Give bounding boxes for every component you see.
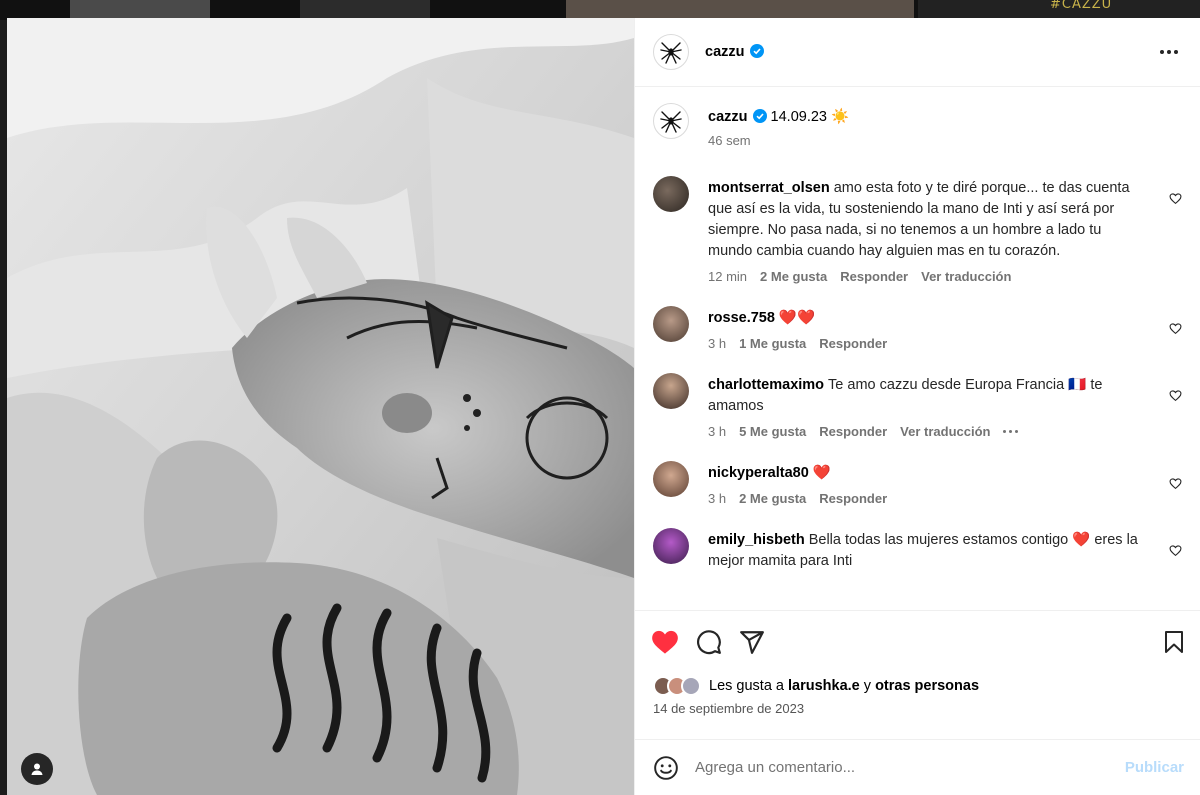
reply-button[interactable]: Responder [819,424,887,439]
commenter-avatar[interactable] [653,306,689,342]
post-caption: cazzu 14.09.23 ☀️ 46 sem [653,103,1184,148]
author-username-text[interactable]: cazzu [705,44,745,60]
comment-likes[interactable]: 1 Me gusta [739,336,806,351]
comment-time[interactable]: 12 min [708,269,747,284]
reply-button[interactable]: Responder [819,491,887,506]
background-profile-grid: #CAZZU [0,0,1200,20]
comment-item: montserrat_olsen amo esta foto y te diré … [653,176,1184,284]
post-photo[interactable] [7,18,634,795]
likes-summary: Les gusta a larushka.e y otras personas [635,672,1200,700]
comment-likes[interactable]: 5 Me gusta [739,424,806,439]
comment-likes[interactable]: 2 Me gusta [760,269,827,284]
liker-avatar [681,676,701,696]
comment-item: nickyperalta80 ❤️ 3 h 2 Me gusta Responde… [653,461,1184,506]
comment-username[interactable]: montserrat_olsen [708,180,830,196]
commenter-avatar[interactable] [653,176,689,212]
translate-button[interactable]: Ver traducción [921,269,1011,284]
publish-button[interactable]: Publicar [1125,759,1184,776]
background-thumbnail [300,0,430,18]
comment-username[interactable]: emily_hisbeth [708,532,805,548]
caption-username[interactable]: cazzu [708,109,748,125]
comment-item: charlottemaximo Te amo cazzu desde Europa… [653,373,1184,439]
share-icon[interactable] [739,629,765,655]
user-tag-icon[interactable] [21,753,53,785]
liked-by-others[interactable]: otras personas [875,678,979,694]
comment-text: ❤️❤️ [778,310,816,326]
comment-item: emily_hisbeth Bella todas las mujeres est… [653,528,1184,572]
commenter-avatar[interactable] [653,528,689,564]
post-date[interactable]: 14 de septiembre de 2023 [635,700,1200,722]
author-avatar[interactable] [653,34,689,70]
translate-button[interactable]: Ver traducción [900,424,990,439]
comment-likes[interactable]: 2 Me gusta [739,491,806,506]
heart-outline-icon[interactable] [1169,322,1182,335]
liked-by-and: y [859,678,876,694]
liked-by-avatars[interactable] [653,676,701,696]
comments-list[interactable]: cazzu 14.09.23 ☀️ 46 sem montserrat_olse… [635,87,1200,610]
more-options-icon[interactable] [1154,44,1184,60]
bookmark-icon[interactable] [1162,629,1186,655]
comment-username[interactable]: nickyperalta80 [708,465,809,481]
background-thumbnail [566,0,914,18]
emoji-icon[interactable] [653,755,679,781]
comment-text: ❤️ [812,465,831,481]
post-header: cazzu [635,18,1200,87]
spider-logo-icon [660,42,682,64]
comment-composer: Publicar [635,739,1200,795]
comment-item: rosse.758 ❤️❤️ 3 h 1 Me gusta Responder [653,306,1184,351]
post-modal: cazzu cazzu 14.09.23 ☀️ 46 sem montserra… [7,18,1200,795]
comment-time[interactable]: 3 h [708,491,726,506]
spider-logo-icon [660,111,682,133]
comment-time[interactable]: 3 h [708,424,726,439]
reply-button[interactable]: Responder [840,269,908,284]
comment-username[interactable]: charlottemaximo [708,377,824,393]
heart-outline-icon[interactable] [1169,389,1182,402]
comment-more-icon[interactable] [1003,430,1019,433]
liked-by-text[interactable]: Les gusta a larushka.e y otras personas [709,678,979,694]
post-side-panel: cazzu cazzu 14.09.23 ☀️ 46 sem montserra… [634,18,1200,795]
post-photo-image [7,18,634,795]
commenter-avatar[interactable] [653,373,689,409]
reply-button[interactable]: Responder [819,336,887,351]
comment-time[interactable]: 3 h [708,336,726,351]
verified-badge-icon [749,44,764,58]
heart-filled-icon[interactable] [651,629,679,655]
comment-icon[interactable] [696,629,722,655]
author-avatar[interactable] [653,103,689,139]
post-actions-bar [635,610,1200,672]
liked-by-user[interactable]: larushka.e [788,678,860,694]
caption-text: 14.09.23 ☀️ [770,109,850,125]
comment-input[interactable] [695,759,1125,776]
comment-username[interactable]: rosse.758 [708,310,775,326]
author-username[interactable]: cazzu [705,44,764,60]
commenter-avatar[interactable] [653,461,689,497]
background-thumbnail-text: #CAZZU [1050,0,1113,12]
heart-outline-icon[interactable] [1169,477,1182,490]
background-thumbnail [70,0,210,18]
verified-badge-icon [752,109,767,123]
liked-by-prefix: Les gusta a [709,678,788,694]
heart-outline-icon[interactable] [1169,544,1182,557]
heart-outline-icon[interactable] [1169,192,1182,205]
caption-age: 46 sem [708,133,751,148]
